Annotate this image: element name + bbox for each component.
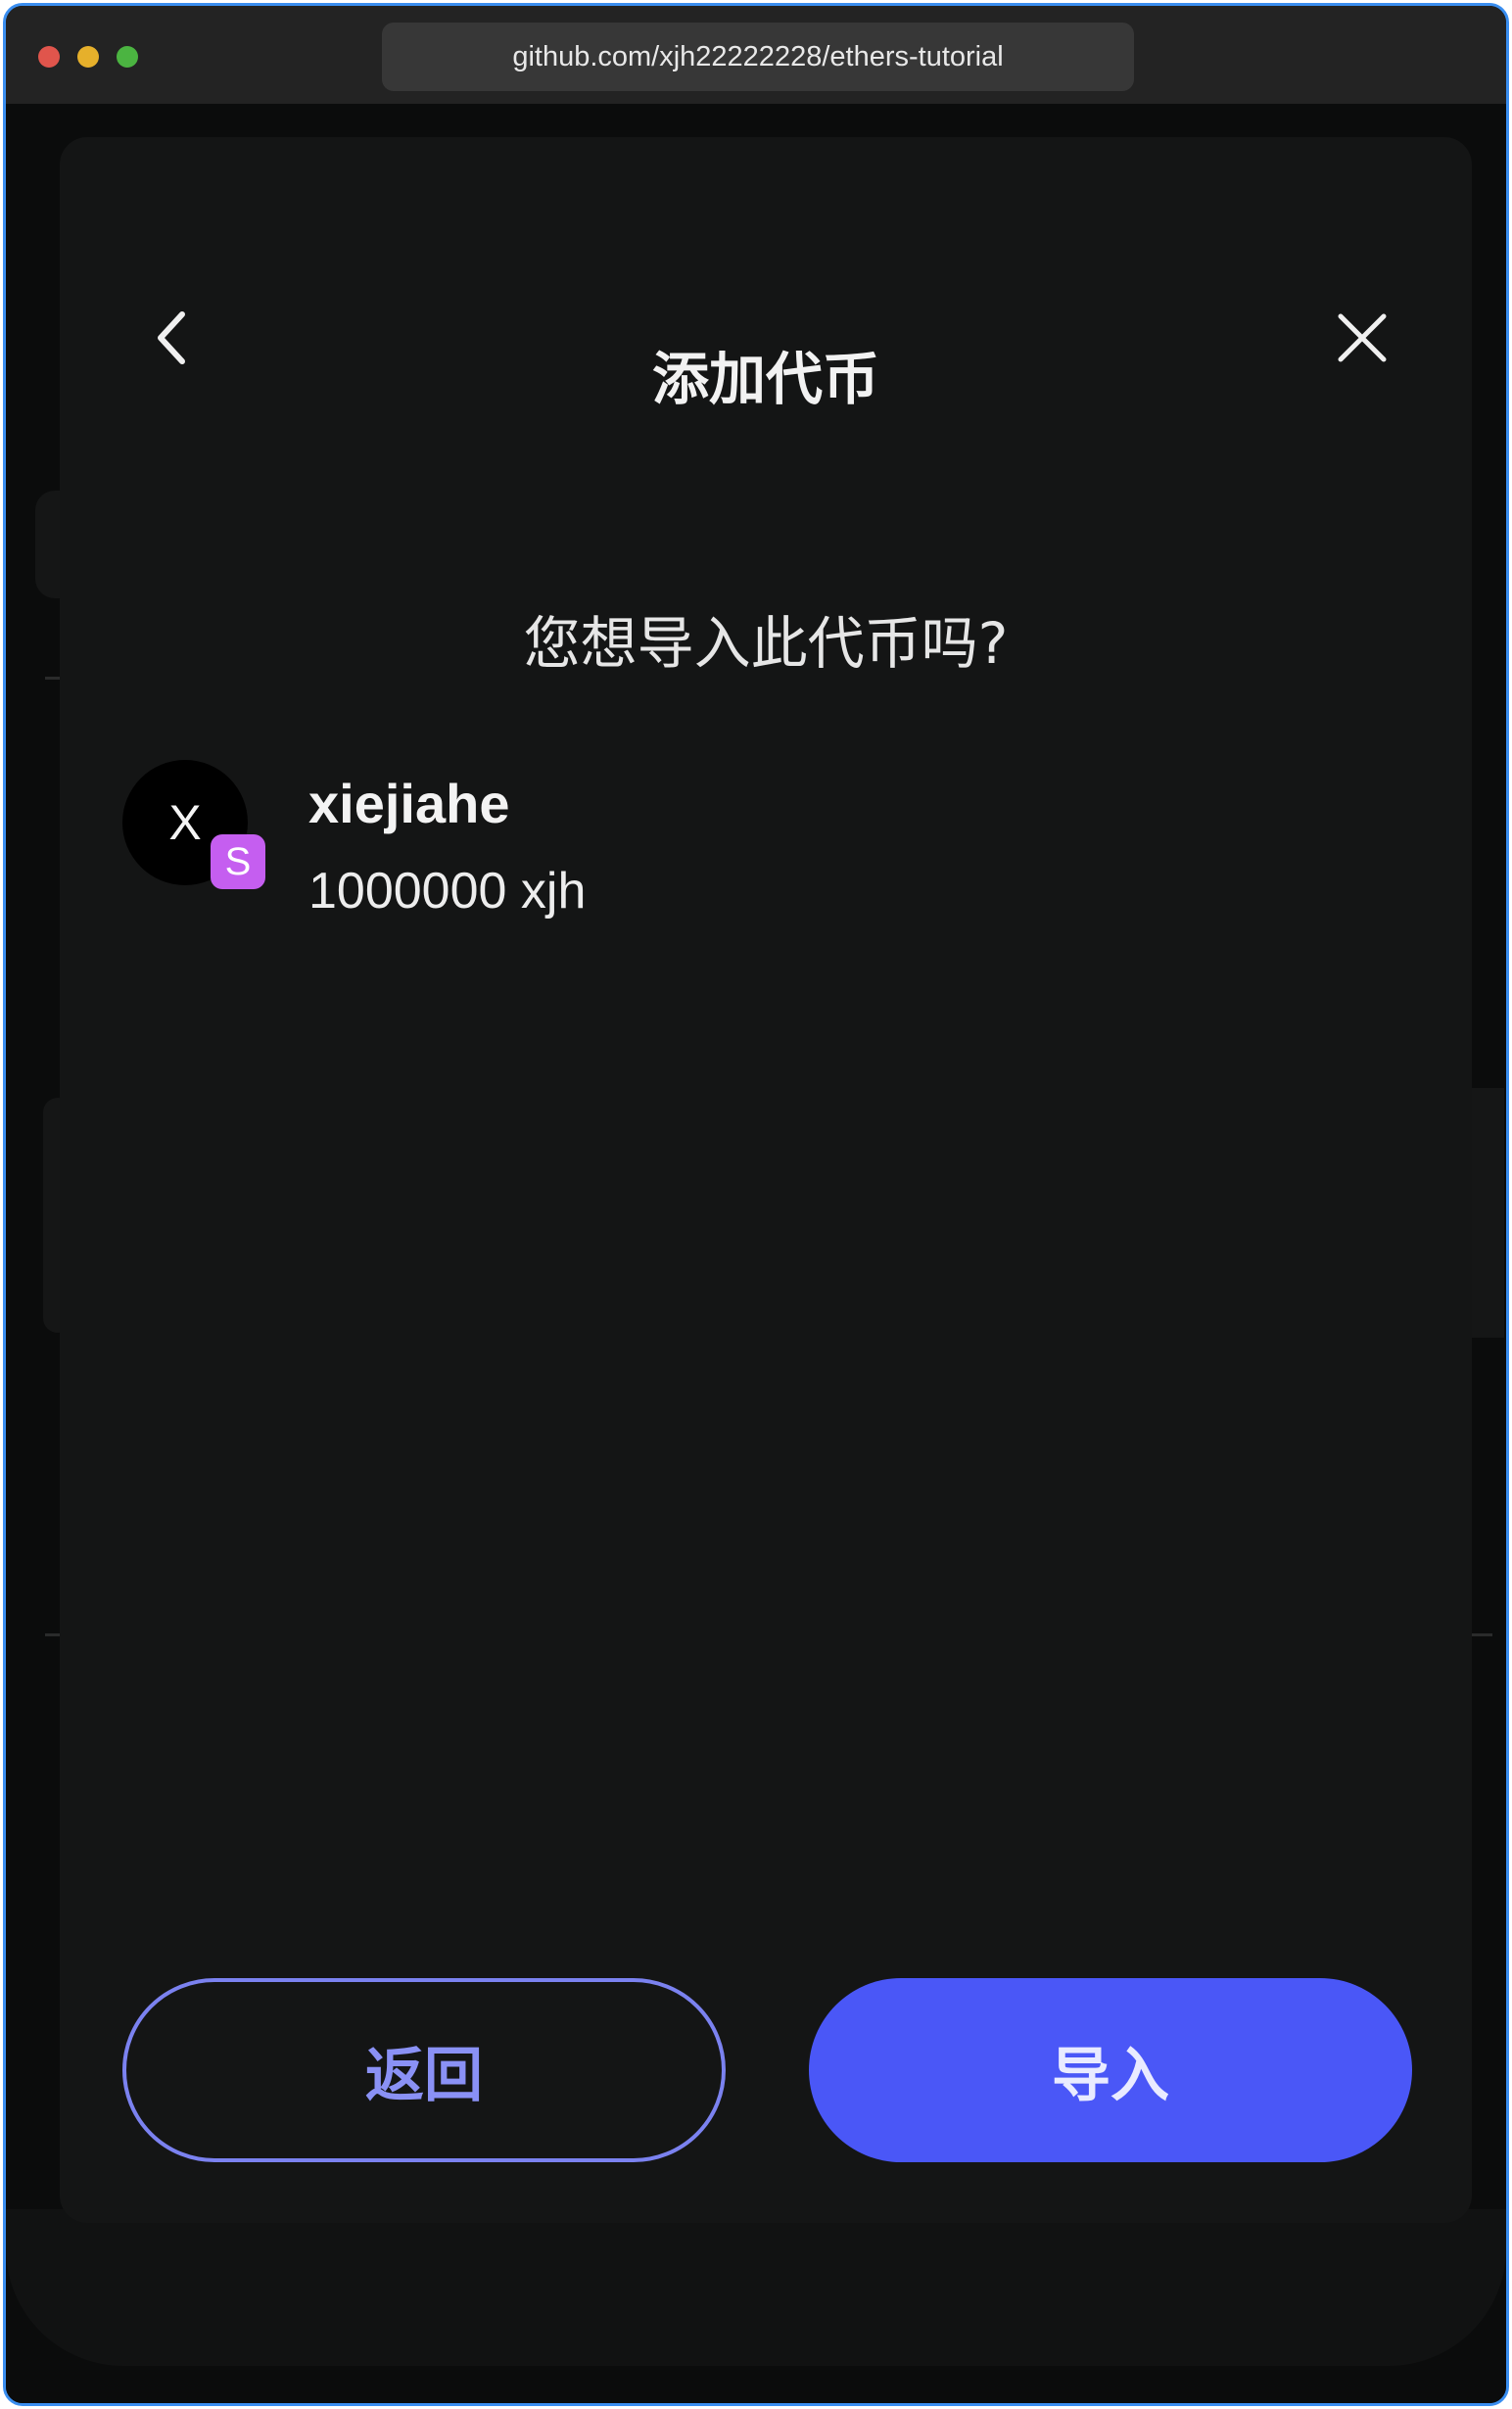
back-button[interactable]: 返回 — [122, 1978, 726, 2162]
close-window-button[interactable] — [38, 46, 60, 68]
browser-titlebar: github.com/xjh22222228/ethers-tutorial — [6, 6, 1506, 104]
close-icon — [1338, 313, 1387, 362]
token-name: xiejiahe — [308, 773, 510, 834]
modal-title: 添加代币 — [651, 346, 879, 412]
token-row: X S xiejiahe 1000000 xjh — [122, 725, 1395, 921]
add-token-modal: 添加代币 您想导入此代币吗? X S xiejiahe 1000000 xjh … — [60, 137, 1472, 2223]
import-question: 您想导入此代币吗? — [523, 610, 1009, 677]
token-amount: 1000000 xjh — [308, 863, 587, 920]
address-bar[interactable]: github.com/xjh22222228/ethers-tutorial — [382, 23, 1134, 91]
browser-window: github.com/xjh22222228/ethers-tutorial 添… — [3, 3, 1509, 2406]
maximize-window-button[interactable] — [117, 46, 138, 68]
minimize-window-button[interactable] — [77, 46, 99, 68]
import-button-label: 导入 — [1052, 2041, 1169, 2110]
back-button-label: 返回 — [365, 2041, 483, 2110]
background-panel — [6, 2209, 1506, 2366]
import-button[interactable]: 导入 — [809, 1978, 1412, 2162]
network-badge: S — [211, 834, 265, 889]
close-icon-button[interactable] — [1318, 294, 1406, 382]
